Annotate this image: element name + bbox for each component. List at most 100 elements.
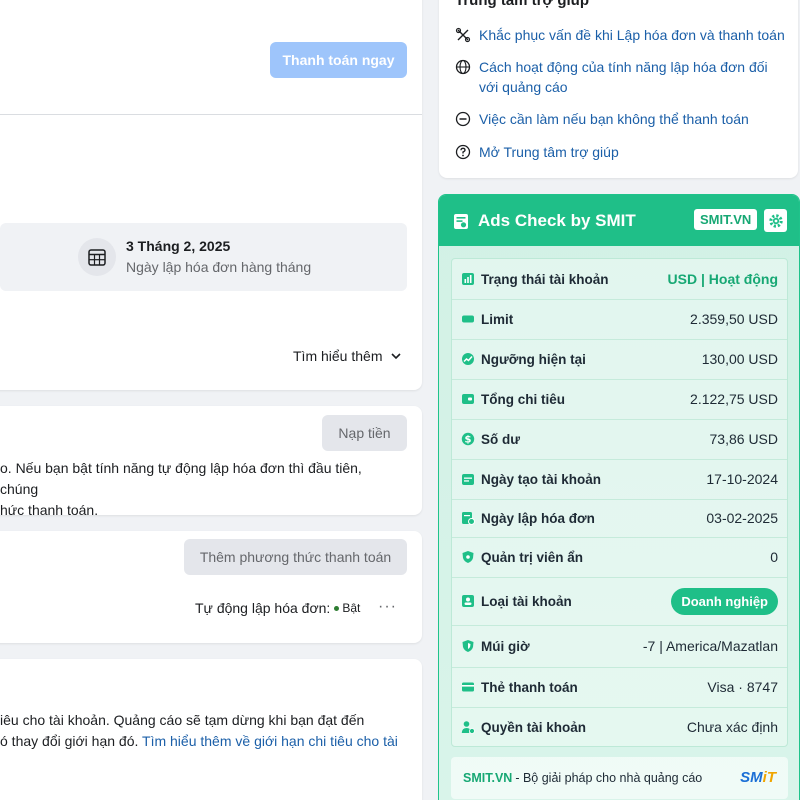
smit-logo-part: iT [762, 769, 776, 786]
smit-footer[interactable]: SMIT.VN - Bộ giải pháp cho nhà quảng cáo… [451, 757, 788, 799]
smit-logo: SMiT [740, 769, 776, 786]
total-spend-value: 2.122,75 USD [690, 391, 778, 407]
wallet-icon [462, 394, 474, 404]
balance-value: 73,86 USD [709, 431, 778, 447]
row-account-type: Loại tài khoản Doanh nghiệp [452, 577, 787, 625]
row-label: Múi giờ [461, 639, 530, 654]
row-label-text: Loại tài khoản [481, 593, 572, 609]
payment-card-value: Visa · 8747 [707, 679, 778, 695]
row-label: Limit [461, 312, 513, 327]
row-label-text: Quản trị viên ẩn [481, 549, 584, 565]
timezone-value: -7 | America/Mazatlan [642, 638, 778, 654]
funds-description: o. Nếu bạn bật tính năng tự động lập hóa… [0, 458, 400, 521]
row-label-text: Thẻ thanh toán [481, 679, 578, 695]
help-link-billing-troubleshoot[interactable]: Khắc phục vấn đề khi Lập hóa đơn và than… [455, 25, 790, 45]
chevron-down-icon [391, 353, 402, 360]
learn-more-label: Tìm hiểu thêm [293, 348, 383, 364]
help-link-how-billing-works[interactable]: Cách hoạt động của tính năng lập hóa đơn… [455, 57, 790, 97]
row-threshold: Ngưỡng hiện tại 130,00 USD [452, 339, 787, 379]
funds-text-line: o. Nếu bạn bật tính năng tự động lập hóa… [0, 460, 362, 497]
limit-text-line: ó thay đổi giới hạn đó. Tìm hiểu thêm về… [0, 731, 410, 752]
row-invoice-date: Ngày lập hóa đơn 03-02-2025 [452, 499, 787, 537]
dollar-icon: $ [461, 432, 475, 446]
row-total-spend: Tổng chi tiêu 2.122,75 USD [452, 379, 787, 419]
gear-icon[interactable] [764, 209, 787, 232]
smit-info-table: Trạng thái tài khoản USD | Hoạt động Lim… [451, 258, 788, 747]
row-label: Tổng chi tiêu [461, 392, 565, 407]
credit-card-icon [462, 682, 474, 692]
row-label: Quyền tài khoản [461, 720, 586, 735]
chart-icon [462, 273, 474, 285]
row-timezone: Múi giờ -7 | America/Mazatlan [452, 625, 787, 667]
top-up-button[interactable]: Nạp tiền [322, 415, 407, 451]
learn-more-dropdown[interactable]: Tìm hiểu thêm [293, 348, 402, 364]
limit-text-prefix: ó thay đổi giới hạn đó. [0, 733, 139, 749]
row-label: Trạng thái tài khoản [461, 272, 609, 287]
billing-date-caption: Ngày lập hóa đơn hàng tháng [126, 259, 312, 275]
row-label: $ Số dư [461, 432, 520, 447]
row-label-text: Ngày lập hóa đơn [481, 510, 595, 526]
smit-footer-brand: SMIT.VN [463, 771, 513, 785]
help-link-cannot-pay[interactable]: Việc cần làm nếu bạn không thể thanh toá… [455, 109, 790, 129]
user-gear-icon [461, 721, 475, 734]
svg-text:$: $ [465, 435, 472, 446]
row-label: Ngày lập hóa đơn [461, 511, 595, 526]
funds-text-line: hức thanh toán. [0, 502, 99, 518]
pay-now-button[interactable]: Thanh toán ngay [270, 42, 407, 78]
calendar-icon [78, 238, 116, 276]
calendar-icon [462, 474, 474, 485]
limit-text-line: iêu cho tài khoản. Quảng cáo sẽ tạm dừng… [0, 712, 365, 728]
row-account-status: Trạng thái tài khoản USD | Hoạt động [452, 259, 787, 299]
globe-icon [455, 59, 471, 75]
spending-limit-description: iêu cho tài khoản. Quảng cáo sẽ tạm dừng… [0, 710, 410, 752]
smit-logo-part: SM [740, 769, 763, 786]
row-balance: $ Số dư 73,86 USD [452, 419, 787, 459]
invoice-date-value: 03-02-2025 [706, 510, 778, 526]
help-link-label: Cách hoạt động của tính năng lập hóa đơn… [479, 59, 768, 95]
smit-title: Ads Check by SMIT [478, 211, 636, 230]
shield-eye-icon [462, 551, 474, 563]
row-label-text: Số dư [481, 431, 521, 447]
row-label: Quản trị viên ẩn [461, 550, 583, 565]
auto-billing-value: Bật [342, 601, 361, 615]
row-payment-card: Thẻ thanh toán Visa · 8747 [452, 667, 787, 707]
add-payment-method-button[interactable]: Thêm phương thức thanh toán [184, 539, 407, 575]
invoice-icon [462, 512, 475, 525]
smit-footer-text: - Bộ giải pháp cho nhà quảng cáo [515, 771, 703, 785]
threshold-value: 130,00 USD [701, 351, 778, 367]
divider [0, 114, 422, 115]
row-label-text: Tổng chi tiêu [481, 391, 565, 407]
auto-billing-label: Tự động lập hóa đơn: [195, 600, 331, 616]
created-date-value: 17-10-2024 [706, 471, 778, 487]
row-label: Thẻ thanh toán [461, 680, 578, 695]
account-permission-value: Chưa xác định [686, 719, 778, 735]
account-status-value: USD | Hoạt động [667, 271, 778, 287]
row-label: Ngưỡng hiện tại [461, 352, 586, 367]
more-options-icon[interactable]: ··· [378, 598, 397, 616]
row-label-text: Múi giờ [481, 638, 530, 654]
smit-ads-check-panel: Ads Check by SMIT SMIT.VN Trạng thái tài… [438, 194, 800, 800]
row-label-text: Ngưỡng hiện tại [481, 351, 586, 367]
minus-circle-icon [455, 111, 471, 127]
row-label: Loại tài khoản [461, 594, 572, 609]
help-link-label: Khắc phục vấn đề khi Lập hóa đơn và than… [479, 27, 785, 43]
help-center-title: Trung tâm trợ giúp [455, 0, 589, 9]
billing-date-box [0, 223, 407, 291]
smit-badge[interactable]: SMIT.VN [694, 209, 758, 230]
auto-billing-status: Tự động lập hóa đơn: Bật [195, 600, 360, 616]
row-account-permission: Quyền tài khoản Chưa xác định [452, 707, 787, 747]
smit-header: Ads Check by SMIT SMIT.VN [439, 195, 799, 246]
help-link-open-help-center[interactable]: Mở Trung tâm trợ giúp [455, 142, 790, 162]
spending-limit-link[interactable]: Tìm hiểu thêm về giới hạn chi tiêu cho t… [142, 733, 398, 749]
tools-icon [455, 27, 471, 43]
account-type-badge: Doanh nghiệp [671, 587, 778, 615]
question-circle-icon [455, 144, 471, 160]
row-label-text: Quyền tài khoản [481, 719, 587, 735]
document-check-icon [454, 214, 468, 229]
limit-value: 2.359,50 USD [690, 311, 778, 327]
help-link-label: Việc cần làm nếu bạn không thể thanh toá… [479, 111, 749, 127]
row-hidden-admins: Quản trị viên ẩn 0 [452, 537, 787, 577]
row-label: Ngày tạo tài khoản [461, 472, 601, 487]
row-limit: Limit 2.359,50 USD [452, 299, 787, 339]
id-icon [462, 595, 474, 607]
